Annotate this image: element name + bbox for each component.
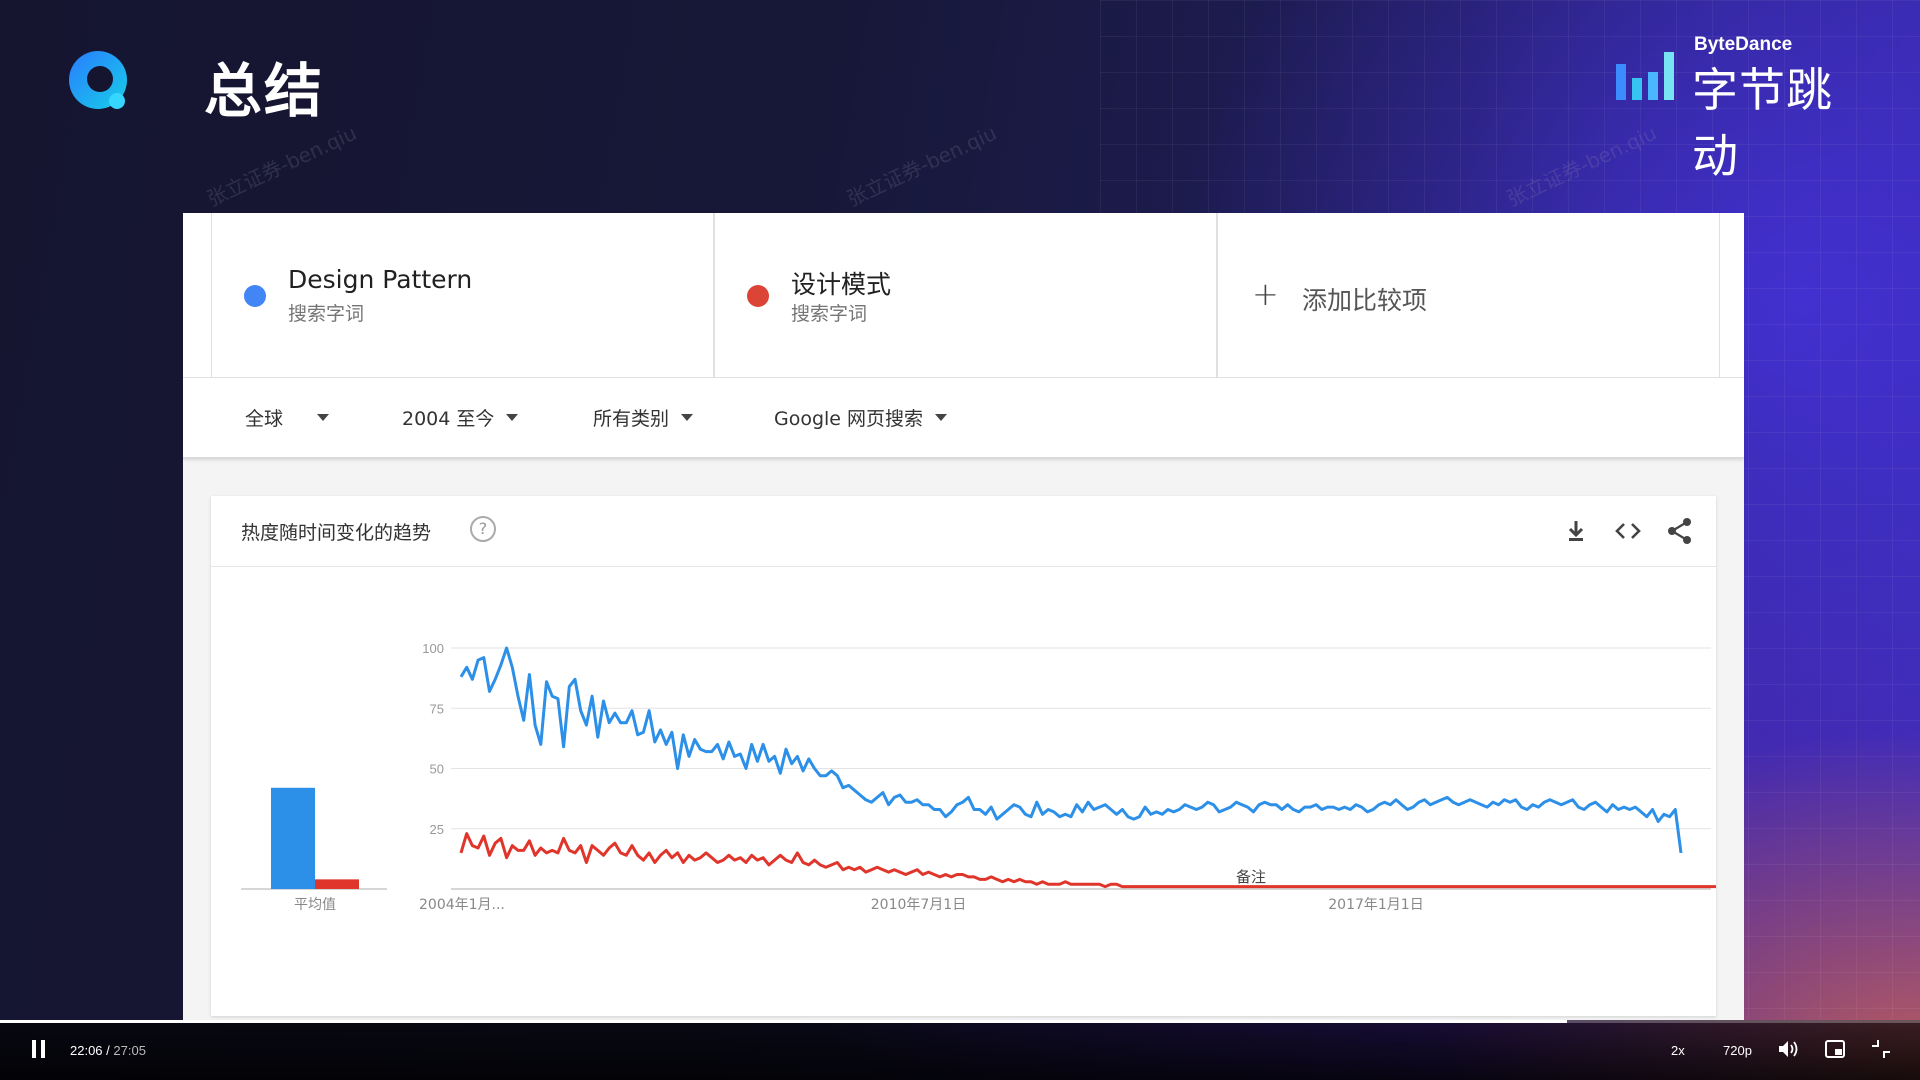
x-tick-label: 2017年1月1日 bbox=[1328, 897, 1423, 913]
video-time: 22:06 / 27:05 bbox=[70, 1043, 146, 1058]
caret-down-icon bbox=[935, 414, 948, 421]
video-progress-bar[interactable] bbox=[0, 1020, 1920, 1023]
y-tick-label: 100 bbox=[422, 641, 444, 656]
playback-speed-button[interactable]: 2x bbox=[1671, 1043, 1685, 1058]
help-icon[interactable]: ? bbox=[470, 516, 496, 542]
x-tick-label: 2004年1月... bbox=[419, 897, 505, 913]
card-header: 热度随时间变化的趋势 ? bbox=[211, 496, 1716, 567]
share-icon[interactable] bbox=[1665, 516, 1695, 546]
average-bar bbox=[271, 787, 315, 889]
plus-icon: + bbox=[1252, 275, 1279, 313]
bytedance-logo: ByteDance 字节跳动 bbox=[1612, 34, 1872, 183]
pause-icon[interactable] bbox=[31, 1039, 47, 1059]
search-term-type: 搜索字词 bbox=[791, 303, 868, 325]
video-progress-fill bbox=[0, 1020, 1567, 1023]
current-time: 22:06 bbox=[70, 1043, 103, 1058]
y-tick-label: 25 bbox=[430, 822, 444, 837]
series-line bbox=[459, 646, 1683, 854]
slide-title: 总结 bbox=[204, 57, 325, 125]
category-dropdown[interactable]: 所有类别 bbox=[593, 404, 694, 431]
search-type-dropdown[interactable]: Google 网页搜索 bbox=[774, 404, 948, 431]
add-comparison-label: 添加比较项 bbox=[1302, 286, 1428, 315]
series-line bbox=[459, 832, 1716, 889]
caret-down-icon bbox=[681, 414, 694, 421]
add-comparison-button[interactable]: + 添加比较项 bbox=[1217, 213, 1720, 378]
volume-icon[interactable] bbox=[1777, 1038, 1801, 1060]
brand-name-cn: 字节跳动 bbox=[1692, 63, 1833, 183]
search-term-name: 设计模式 bbox=[791, 270, 892, 299]
search-term-1[interactable]: Design Pattern 搜索字词 bbox=[211, 213, 714, 378]
region-dropdown[interactable]: 全球 bbox=[245, 404, 330, 431]
category-label: 所有类别 bbox=[593, 408, 670, 430]
bytedance-bars-icon bbox=[1616, 52, 1674, 100]
chart-annotation: 备注 bbox=[1236, 868, 1266, 886]
brand-name-en: ByteDance bbox=[1694, 34, 1793, 55]
caret-down-icon bbox=[506, 414, 519, 421]
search-type-label: Google 网页搜索 bbox=[774, 408, 924, 430]
search-term-type: 搜索字词 bbox=[288, 303, 365, 325]
watermark-text: 张立证券-ben.qiu bbox=[203, 120, 361, 212]
y-tick-label: 75 bbox=[430, 701, 444, 716]
trend-chart: 25 50 75 100 2004年1月... 2010年7月1日 2017年1月1日 备注平… bbox=[241, 641, 1716, 913]
filters-bar: 全球 2004 至今 所有类别 Google 网页搜索 bbox=[183, 378, 1744, 458]
search-term-name: Design Pattern bbox=[288, 265, 473, 294]
watermark-text: 张立证券-ben.qiu bbox=[843, 120, 1001, 212]
quality-button[interactable]: 720p bbox=[1723, 1043, 1752, 1058]
trends-panel: Design Pattern 搜索字词 设计模式 搜索字词 + 添加比较项 全球… bbox=[183, 213, 1744, 1020]
series-color-dot bbox=[244, 285, 266, 307]
time-range-label: 2004 至今 bbox=[402, 408, 495, 430]
download-icon[interactable] bbox=[1561, 516, 1591, 546]
series-color-dot bbox=[747, 285, 769, 307]
total-time: 27:05 bbox=[113, 1043, 146, 1058]
average-label: 平均值 bbox=[294, 897, 336, 913]
video-controls: 22:06 / 27:05 2x 720p bbox=[0, 1020, 1920, 1080]
time-range-dropdown[interactable]: 2004 至今 bbox=[402, 404, 519, 431]
y-tick-label: 50 bbox=[430, 762, 444, 777]
search-term-2[interactable]: 设计模式 搜索字词 bbox=[714, 213, 1217, 378]
x-tick-label: 2010年7月1日 bbox=[871, 897, 966, 913]
time-separator: / bbox=[102, 1043, 114, 1058]
region-dropdown-label: 全球 bbox=[245, 408, 284, 430]
interest-over-time-card: 热度随时间变化的趋势 ? 25 50 75 100 2004年1月... 2010年7月1… bbox=[211, 496, 1716, 1016]
embed-code-icon[interactable] bbox=[1613, 516, 1643, 546]
search-terms-bar: Design Pattern 搜索字词 设计模式 搜索字词 + 添加比较项 bbox=[183, 213, 1744, 378]
watermark-text: 张立证券-ben.qiu bbox=[1503, 120, 1661, 212]
picture-in-picture-icon[interactable] bbox=[1824, 1038, 1846, 1060]
card-title: 热度随时间变化的趋势 bbox=[241, 522, 432, 544]
average-bar bbox=[315, 879, 359, 889]
app-logo-icon bbox=[69, 51, 127, 109]
exit-fullscreen-icon[interactable] bbox=[1870, 1038, 1892, 1060]
caret-down-icon bbox=[317, 414, 330, 421]
